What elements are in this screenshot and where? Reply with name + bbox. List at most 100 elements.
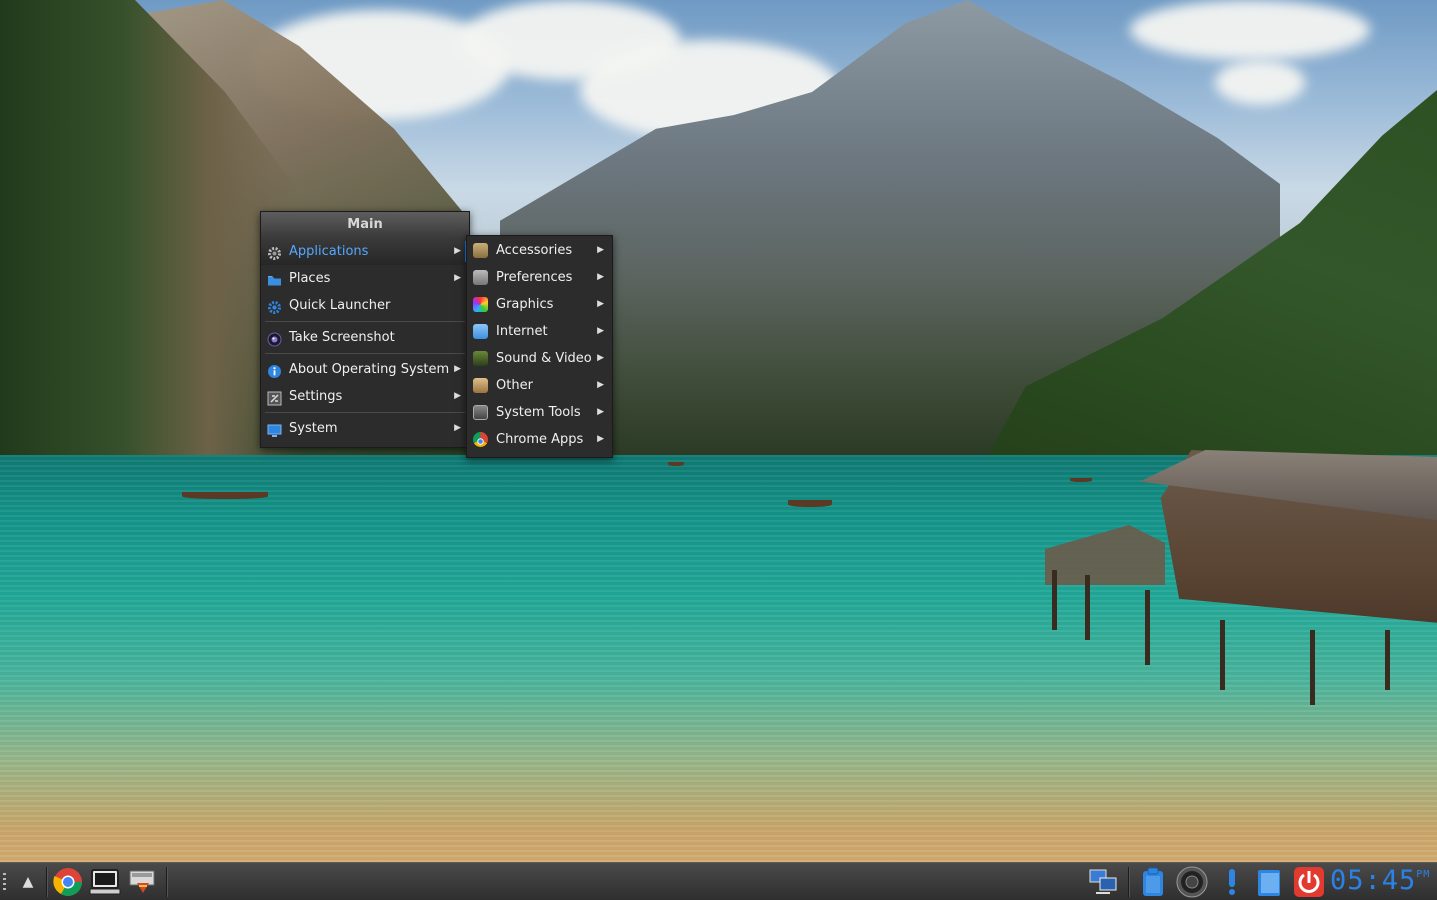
- graphics-icon: [473, 297, 488, 312]
- preferences-icon: [473, 270, 488, 285]
- dock-post: [1310, 630, 1315, 705]
- chevron-right-icon: ▶: [597, 434, 604, 444]
- chevron-right-icon: ▶: [597, 272, 604, 282]
- submenu-item-accessories[interactable]: Accessories ▶: [467, 237, 612, 264]
- chevron-right-icon: ▶: [597, 326, 604, 336]
- submenu-item-label: Graphics: [496, 297, 554, 312]
- menu-item-places[interactable]: Places ▶: [261, 265, 469, 292]
- info-icon: [267, 362, 282, 378]
- dock-post: [1220, 620, 1225, 690]
- camera-icon: [267, 330, 282, 347]
- file-manager-icon: [129, 870, 155, 893]
- main-menu: Main Applications ▶ Places ▶ Quick Launc…: [260, 211, 470, 448]
- boat: [788, 500, 832, 507]
- menu-item-label: Quick Launcher: [289, 298, 391, 313]
- menu-title: Main: [261, 212, 469, 238]
- chevron-right-icon: ▶: [454, 391, 461, 401]
- boat: [1070, 478, 1092, 482]
- panel-divider: [166, 867, 167, 897]
- gear-blue-icon: [267, 298, 282, 314]
- menu-item-label: Places: [289, 271, 331, 286]
- clock-time: 05:45: [1330, 865, 1417, 896]
- dock-post: [1145, 590, 1150, 665]
- desktop-wallpaper: [0, 0, 1437, 862]
- chevron-up-icon: ▲: [22, 874, 34, 890]
- accessories-icon: [473, 243, 488, 258]
- submenu-item-label: Sound & Video: [496, 351, 592, 366]
- chevron-right-icon: ▶: [597, 245, 604, 255]
- boat: [182, 492, 268, 499]
- folder-icon: [267, 271, 282, 286]
- menu-item-settings[interactable]: Settings ▶: [261, 383, 469, 410]
- applications-submenu: Accessories ▶ Preferences ▶ Graphics ▶ I…: [466, 235, 613, 458]
- terminal-icon: [89, 869, 121, 895]
- notification-tray-button[interactable]: [1216, 866, 1248, 898]
- panel-divider: [1128, 867, 1129, 897]
- submenu-item-graphics[interactable]: Graphics ▶: [467, 291, 612, 318]
- submenu-item-other[interactable]: Other ▶: [467, 372, 612, 399]
- submenu-item-label: System Tools: [496, 405, 581, 420]
- menu-separator: [265, 412, 465, 413]
- clipboard-tray-button[interactable]: [1137, 866, 1169, 898]
- menu-item-system[interactable]: System ▶: [261, 415, 469, 442]
- menu-item-take-screenshot[interactable]: Take Screenshot: [261, 324, 469, 351]
- chevron-right-icon: ▶: [454, 246, 461, 256]
- menu-separator: [265, 321, 465, 322]
- dock-post: [1385, 630, 1390, 690]
- chevron-right-icon: ▶: [454, 273, 461, 283]
- cloud: [1215, 60, 1305, 105]
- launcher-file-manager[interactable]: [126, 866, 158, 898]
- menu-item-label: Applications: [289, 244, 369, 259]
- menu-item-label: System: [289, 421, 338, 436]
- system-icon: [267, 421, 282, 437]
- chrome-icon: [53, 868, 82, 896]
- cloud: [1130, 0, 1370, 60]
- gear-icon: [267, 244, 282, 260]
- submenu-item-preferences[interactable]: Preferences ▶: [467, 264, 612, 291]
- settings-icon: [267, 389, 282, 406]
- launcher-chrome[interactable]: [52, 866, 84, 898]
- power-button[interactable]: [1293, 866, 1325, 898]
- chevron-right-icon: ▶: [454, 364, 461, 374]
- submenu-item-system-tools[interactable]: System Tools ▶: [467, 399, 612, 426]
- boat: [668, 462, 684, 466]
- menu-toggle-button[interactable]: ▲: [12, 866, 44, 898]
- volume-tray-button[interactable]: [1176, 866, 1208, 898]
- other-icon: [473, 378, 488, 393]
- network-tray-button[interactable]: [1087, 866, 1119, 898]
- battery-icon: [1258, 870, 1280, 896]
- menu-item-about-operating-system[interactable]: About Operating System ▶: [261, 356, 469, 383]
- clock[interactable]: 05:45PM: [1330, 862, 1430, 900]
- chevron-right-icon: ▶: [597, 407, 604, 417]
- power-icon: [1294, 867, 1324, 897]
- menu-item-applications[interactable]: Applications ▶: [261, 238, 469, 265]
- submenu-item-label: Other: [496, 378, 533, 393]
- clipboard-icon: [1143, 867, 1163, 896]
- battery-tray-button[interactable]: [1253, 866, 1285, 898]
- chrome-icon: [473, 432, 488, 447]
- submenu-item-internet[interactable]: Internet ▶: [467, 318, 612, 345]
- taskbar: ▲: [0, 862, 1437, 900]
- dock-post: [1052, 570, 1057, 630]
- internet-icon: [473, 324, 488, 339]
- submenu-item-label: Accessories: [496, 243, 573, 258]
- panel-grip-handle[interactable]: [3, 873, 6, 891]
- menu-item-label: Settings: [289, 389, 343, 404]
- panel-divider: [46, 867, 47, 897]
- submenu-item-label: Internet: [496, 324, 548, 339]
- launcher-terminal[interactable]: [89, 866, 121, 898]
- submenu-item-label: Chrome Apps: [496, 432, 584, 447]
- notification-icon: [1229, 869, 1235, 895]
- sound-video-icon: [473, 351, 488, 366]
- menu-item-label: About Operating System: [289, 362, 450, 377]
- submenu-item-chrome-apps[interactable]: Chrome Apps ▶: [467, 426, 612, 453]
- submenu-item-sound-video[interactable]: Sound & Video ▶: [467, 345, 612, 372]
- network-icon: [1089, 869, 1117, 894]
- clock-ampm: PM: [1416, 869, 1431, 880]
- chevron-right-icon: ▶: [454, 423, 461, 433]
- menu-separator: [265, 353, 465, 354]
- menu-item-label: Take Screenshot: [289, 330, 395, 345]
- menu-item-quick-launcher[interactable]: Quick Launcher: [261, 292, 469, 319]
- volume-icon: [1176, 866, 1208, 898]
- system-tools-icon: [473, 405, 488, 420]
